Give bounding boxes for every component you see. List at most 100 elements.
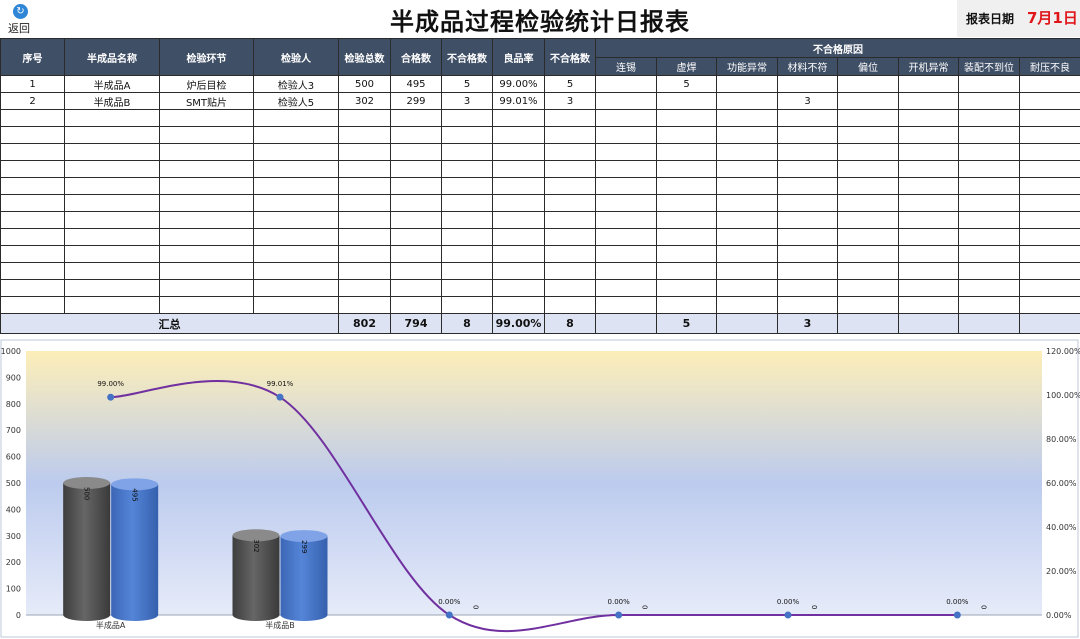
cell-empty[interactable]: [656, 296, 717, 314]
cell-empty[interactable]: [253, 160, 339, 178]
cell-empty[interactable]: [716, 262, 778, 280]
cell-empty[interactable]: [656, 177, 717, 195]
cell-empty[interactable]: [1019, 109, 1080, 127]
summary-reason[interactable]: [716, 313, 778, 334]
cell-empty[interactable]: [595, 194, 657, 212]
cell-empty[interactable]: [338, 143, 391, 161]
summary-fail2[interactable]: 8: [544, 313, 596, 334]
cell-empty[interactable]: [716, 177, 778, 195]
cell-empty[interactable]: [898, 296, 959, 314]
cell-empty[interactable]: [837, 279, 899, 297]
cell-empty[interactable]: [777, 143, 838, 161]
cell-total[interactable]: 500: [338, 75, 391, 93]
summary-reason[interactable]: 5: [656, 313, 717, 334]
cell-empty[interactable]: [777, 245, 838, 263]
cell-empty[interactable]: [716, 109, 778, 127]
cell-empty[interactable]: [837, 262, 899, 280]
cell-empty[interactable]: [0, 228, 65, 246]
cell-seq[interactable]: 1: [0, 75, 65, 93]
cell-empty[interactable]: [898, 160, 959, 178]
cell-empty[interactable]: [159, 143, 254, 161]
cell-empty[interactable]: [64, 109, 160, 127]
cell-empty[interactable]: [777, 194, 838, 212]
cell-empty[interactable]: [253, 296, 339, 314]
cell-empty[interactable]: [159, 194, 254, 212]
cell-seq[interactable]: 2: [0, 92, 65, 110]
cell-empty[interactable]: [159, 177, 254, 195]
cell-empty[interactable]: [1019, 296, 1080, 314]
cell-empty[interactable]: [390, 160, 442, 178]
cell-inspector[interactable]: 检验人5: [253, 92, 339, 110]
cell-empty[interactable]: [1019, 143, 1080, 161]
cell-reason[interactable]: [656, 92, 717, 110]
cell-reason[interactable]: 5: [656, 75, 717, 93]
cell-reason[interactable]: [958, 75, 1020, 93]
cell-empty[interactable]: [0, 279, 65, 297]
cell-fail2[interactable]: 3: [544, 92, 596, 110]
cell-empty[interactable]: [1019, 160, 1080, 178]
cell-empty[interactable]: [0, 245, 65, 263]
cell-empty[interactable]: [492, 296, 545, 314]
cell-empty[interactable]: [958, 228, 1020, 246]
cell-empty[interactable]: [656, 262, 717, 280]
cell-empty[interactable]: [716, 279, 778, 297]
cell-empty[interactable]: [595, 143, 657, 161]
cell-empty[interactable]: [958, 262, 1020, 280]
cell-empty[interactable]: [656, 109, 717, 127]
cell-empty[interactable]: [898, 211, 959, 229]
cell-empty[interactable]: [64, 211, 160, 229]
cell-empty[interactable]: [390, 143, 442, 161]
cell-empty[interactable]: [0, 126, 65, 144]
cell-empty[interactable]: [338, 211, 391, 229]
cell-empty[interactable]: [1019, 194, 1080, 212]
cell-reason[interactable]: [837, 92, 899, 110]
cell-fail[interactable]: 5: [441, 75, 493, 93]
cell-empty[interactable]: [777, 296, 838, 314]
cell-empty[interactable]: [716, 245, 778, 263]
cell-empty[interactable]: [958, 211, 1020, 229]
cell-reason[interactable]: [898, 75, 959, 93]
cell-empty[interactable]: [837, 160, 899, 178]
cell-empty[interactable]: [159, 160, 254, 178]
cell-reason[interactable]: [716, 75, 778, 93]
cell-empty[interactable]: [253, 126, 339, 144]
cell-empty[interactable]: [253, 279, 339, 297]
cell-empty[interactable]: [837, 143, 899, 161]
cell-empty[interactable]: [390, 296, 442, 314]
cell-empty[interactable]: [441, 279, 493, 297]
cell-empty[interactable]: [441, 109, 493, 127]
cell-reason[interactable]: [898, 92, 959, 110]
cell-empty[interactable]: [338, 177, 391, 195]
cell-reason[interactable]: [777, 75, 838, 93]
cell-empty[interactable]: [898, 143, 959, 161]
cell-inspector[interactable]: 检验人3: [253, 75, 339, 93]
cell-empty[interactable]: [595, 177, 657, 195]
cell-empty[interactable]: [958, 177, 1020, 195]
cell-empty[interactable]: [777, 177, 838, 195]
cell-empty[interactable]: [1019, 279, 1080, 297]
cell-empty[interactable]: [898, 279, 959, 297]
cell-empty[interactable]: [544, 126, 596, 144]
cell-empty[interactable]: [253, 262, 339, 280]
cell-empty[interactable]: [159, 262, 254, 280]
cell-empty[interactable]: [958, 109, 1020, 127]
cell-empty[interactable]: [492, 194, 545, 212]
cell-empty[interactable]: [837, 194, 899, 212]
cell-fail[interactable]: 3: [441, 92, 493, 110]
cell-empty[interactable]: [253, 109, 339, 127]
cell-reason[interactable]: [837, 75, 899, 93]
cell-empty[interactable]: [837, 245, 899, 263]
cell-empty[interactable]: [64, 279, 160, 297]
cell-empty[interactable]: [1019, 262, 1080, 280]
cell-empty[interactable]: [441, 245, 493, 263]
cell-empty[interactable]: [0, 177, 65, 195]
cell-empty[interactable]: [544, 211, 596, 229]
cell-empty[interactable]: [390, 279, 442, 297]
cell-empty[interactable]: [338, 194, 391, 212]
summary-reason[interactable]: [595, 313, 657, 334]
cell-empty[interactable]: [390, 126, 442, 144]
cell-empty[interactable]: [716, 211, 778, 229]
cell-empty[interactable]: [64, 262, 160, 280]
cell-empty[interactable]: [656, 279, 717, 297]
cell-empty[interactable]: [1019, 126, 1080, 144]
